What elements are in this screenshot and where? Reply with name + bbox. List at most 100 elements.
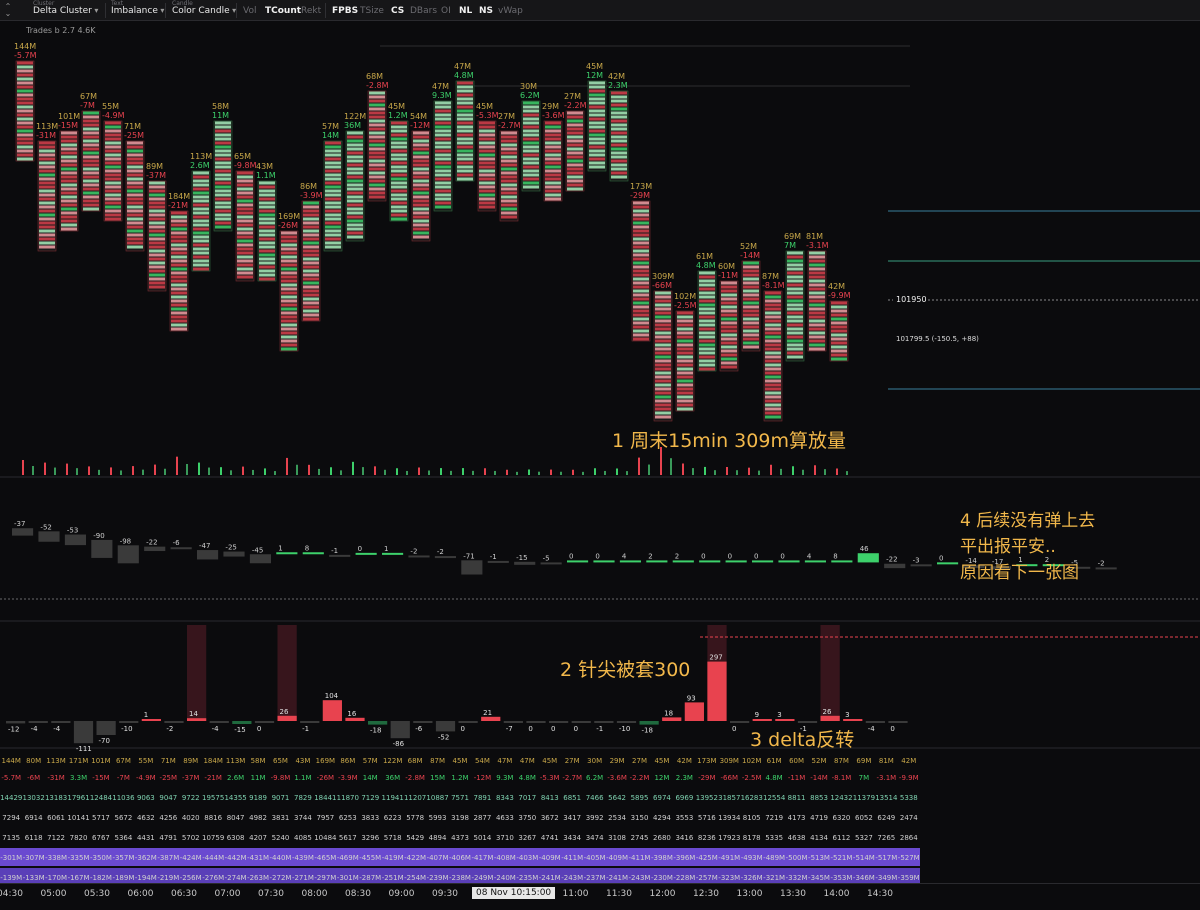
footprint-cell <box>567 159 583 163</box>
footprint-cell <box>589 137 605 141</box>
footprint-chart[interactable]: Trades b 2.7 4.6K144M-5.7M113M-31M101M-1… <box>0 21 1200 883</box>
footprint-cell <box>633 325 649 329</box>
footprint-cell <box>281 283 297 287</box>
table-cell: 6969 <box>675 794 693 802</box>
footprint-cell <box>413 203 429 207</box>
bar-delta-label: -3.9M <box>300 191 323 200</box>
collapse-toggle-icon[interactable]: ⌃ ⌄ <box>3 3 13 18</box>
toggle-rekt[interactable]: Rekt <box>301 6 321 16</box>
toggle-tsize[interactable]: TSize <box>360 6 384 16</box>
footprint-cell <box>149 229 165 233</box>
table-cell: 5895 <box>631 794 649 802</box>
toggle-ns[interactable]: NS <box>479 6 493 16</box>
bar-delta-label: 9.3M <box>432 91 452 100</box>
footprint-cell <box>765 411 781 415</box>
toggle-oi[interactable]: OI <box>441 6 451 16</box>
footprint-cell <box>369 183 385 187</box>
delta-value: -7 <box>506 725 513 733</box>
cvd-box <box>355 552 377 555</box>
toggle-dbars[interactable]: DBars <box>410 6 437 16</box>
footprint-cell <box>611 171 627 175</box>
toggle-vol[interactable]: Vol <box>243 6 256 16</box>
footprint-cell <box>347 187 363 191</box>
table-cell: 7122 <box>47 834 65 842</box>
footprint-cell <box>61 179 77 183</box>
footprint-cell <box>479 121 495 125</box>
delta-value: -4 <box>212 725 220 733</box>
toggle-tcount[interactable]: TCount <box>265 6 301 16</box>
footprint-cell <box>633 321 649 325</box>
footprint-cell <box>83 115 99 119</box>
footprint-bar <box>565 110 585 192</box>
footprint-cell <box>677 399 693 403</box>
footprint-cell <box>193 263 209 267</box>
toggle-fpbs[interactable]: FPBS <box>332 6 358 16</box>
table-header-cell: 89M <box>183 757 198 765</box>
footprint-cell <box>17 149 33 153</box>
footprint-cell <box>39 193 55 197</box>
table-header-cell: 43M <box>295 757 310 765</box>
footprint-cell <box>655 403 671 407</box>
table-header-cell: 55M <box>138 757 153 765</box>
footprint-cell <box>809 251 825 255</box>
footprint-cell <box>193 247 209 251</box>
table-header-cell: 87M <box>834 757 849 765</box>
footprint-cell <box>633 297 649 301</box>
footprint-cell <box>281 295 297 299</box>
time-axis[interactable]: 04:3005:0005:3006:0006:3007:0007:3008:00… <box>0 883 1200 910</box>
delta-value: -111 <box>76 745 92 753</box>
footprint-cell <box>259 193 275 197</box>
bar-delta-label: 12M <box>586 71 603 80</box>
footprint-cell <box>809 335 825 339</box>
footprint-cell <box>127 237 143 241</box>
footprint-cell <box>633 269 649 273</box>
footprint-cell <box>655 319 671 323</box>
footprint-cell <box>501 167 517 171</box>
table-cell: 6308 <box>227 834 245 842</box>
footprint-cell <box>479 137 495 141</box>
toggle-nl[interactable]: NL <box>459 6 472 16</box>
footprint-cell <box>523 161 539 165</box>
footprint-cell <box>743 273 759 277</box>
footprint-cell <box>325 197 341 201</box>
footprint-cell <box>259 225 275 229</box>
footprint-cell <box>787 279 803 283</box>
volume-bar <box>594 468 596 475</box>
bar-delta-label: 1.2M <box>388 111 408 120</box>
footprint-cell <box>83 203 99 207</box>
footprint-cell <box>215 217 231 221</box>
table-cell: -3.1M <box>876 774 896 782</box>
footprint-cell <box>413 219 429 223</box>
bar-delta-label: -66M <box>652 281 672 290</box>
footprint-cell <box>611 175 627 179</box>
bar-volume-label: 27M <box>564 92 581 101</box>
volume-bar <box>824 469 826 475</box>
footprint-cell <box>83 159 99 163</box>
footprint-cell <box>281 287 297 291</box>
footprint-cell <box>105 185 121 189</box>
bar-volume-label: 102M <box>674 292 696 301</box>
footprint-cell <box>127 217 143 221</box>
footprint-cell <box>787 291 803 295</box>
footprint-cell <box>743 277 759 281</box>
delta-value: 9 <box>755 711 759 719</box>
footprint-cell <box>193 239 209 243</box>
table-cell: -387M <box>157 854 179 862</box>
footprint-cell <box>171 211 187 215</box>
toggle-cs[interactable]: CS <box>391 6 404 16</box>
delta-value: -18 <box>370 727 381 735</box>
footprint-cell <box>347 231 363 235</box>
footprint-cell <box>721 301 737 305</box>
footprint-cell <box>391 153 407 157</box>
footprint-cell <box>435 133 451 137</box>
footprint-cell <box>589 85 605 89</box>
toggle-vwap[interactable]: vWap <box>498 6 523 16</box>
footprint-cell <box>523 177 539 181</box>
volume-bar <box>362 467 364 475</box>
footprint-cell <box>369 143 385 147</box>
footprint-cell <box>39 181 55 185</box>
volume-bar <box>308 464 310 475</box>
table-cell: 5335 <box>765 834 783 842</box>
footprint-cell <box>149 285 165 289</box>
footprint-cell <box>369 167 385 171</box>
